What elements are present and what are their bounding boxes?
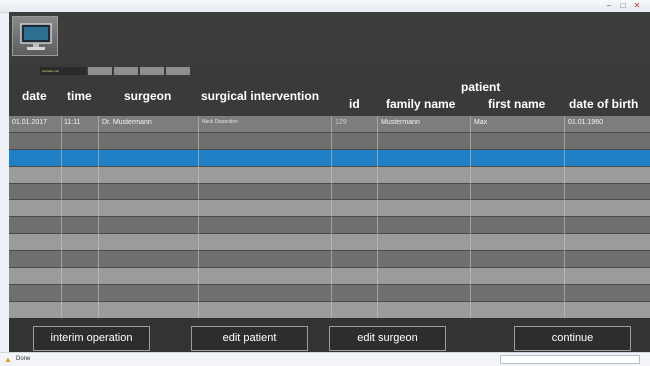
application-area: operation list patient date time surgeon… [9,12,650,352]
col-header-date[interactable]: date [22,89,47,103]
monitor-icon[interactable] [12,16,58,56]
column-divider [198,116,199,318]
table-row[interactable] [9,166,650,184]
table-row[interactable] [9,251,650,269]
col-header-surgeon[interactable]: surgeon [124,89,171,103]
tab-5[interactable] [166,67,190,75]
table-row[interactable] [9,268,650,285]
close-button[interactable]: ✕ [632,2,642,10]
table-row[interactable] [9,301,650,319]
patient-group-header: patient [461,80,501,94]
action-bar: interim operation edit patient edit surg… [9,318,650,352]
browser-window: – □ ✕ operation list patient date time s… [0,0,650,366]
tab-4[interactable] [140,67,164,75]
cell-surgeon: Dr. Mustermann [102,119,152,126]
app-header [9,12,650,64]
column-divider [564,116,565,318]
col-header-date-of-birth[interactable]: date of birth [569,97,638,111]
column-divider [470,116,471,318]
column-divider [61,116,62,318]
table-row-selected[interactable] [9,149,650,167]
interim-operation-button[interactable]: interim operation [33,326,150,351]
maximize-button[interactable]: □ [618,2,628,10]
warning-icon: ▲ [4,355,12,364]
operation-table: 01.01.2017 11:11 Dr. Mustermann Neck Dis… [9,116,650,319]
table-row[interactable] [9,284,650,302]
cell-first-name: Max [474,119,488,126]
tab-2[interactable] [88,67,112,75]
col-header-family-name[interactable]: family name [386,97,455,111]
table-row[interactable] [9,217,650,235]
continue-button[interactable]: continue [514,326,631,351]
status-text: Done [16,356,31,362]
table-header: patient date time surgeon surgical inter… [9,78,650,116]
cell-time: 11:11 [64,119,81,126]
edit-surgeon-button[interactable]: edit surgeon [329,326,446,351]
col-header-first-name[interactable]: first name [488,97,545,111]
table-row[interactable] [9,132,650,150]
tab-operation-list[interactable]: operation list [40,67,86,75]
table-row[interactable] [9,183,650,201]
column-divider [98,116,99,318]
column-divider [377,116,378,318]
edit-patient-button[interactable]: edit patient [191,326,308,351]
col-header-surgical-intervention[interactable]: surgical intervention [201,89,319,103]
cell-date: 01.01.2017 [12,119,48,126]
minimize-button[interactable]: – [604,2,614,10]
col-header-time[interactable]: time [67,89,92,103]
cell-id: 129 [335,119,347,126]
status-bar: ▲ Done [0,352,650,366]
cell-date-of-birth: 01.01.1960 [568,119,604,126]
cell-surgical-intervention: Neck Dissection [202,119,238,125]
column-divider [331,116,332,318]
status-field [500,355,640,364]
tab-3[interactable] [114,67,138,75]
cell-family-name: Mustermann [381,119,420,126]
col-header-id[interactable]: id [349,97,360,111]
table-row[interactable] [9,200,650,218]
table-row[interactable]: 01.01.2017 11:11 Dr. Mustermann Neck Dis… [9,116,650,133]
tab-strip: operation list [40,67,190,75]
table-row[interactable] [9,234,650,252]
